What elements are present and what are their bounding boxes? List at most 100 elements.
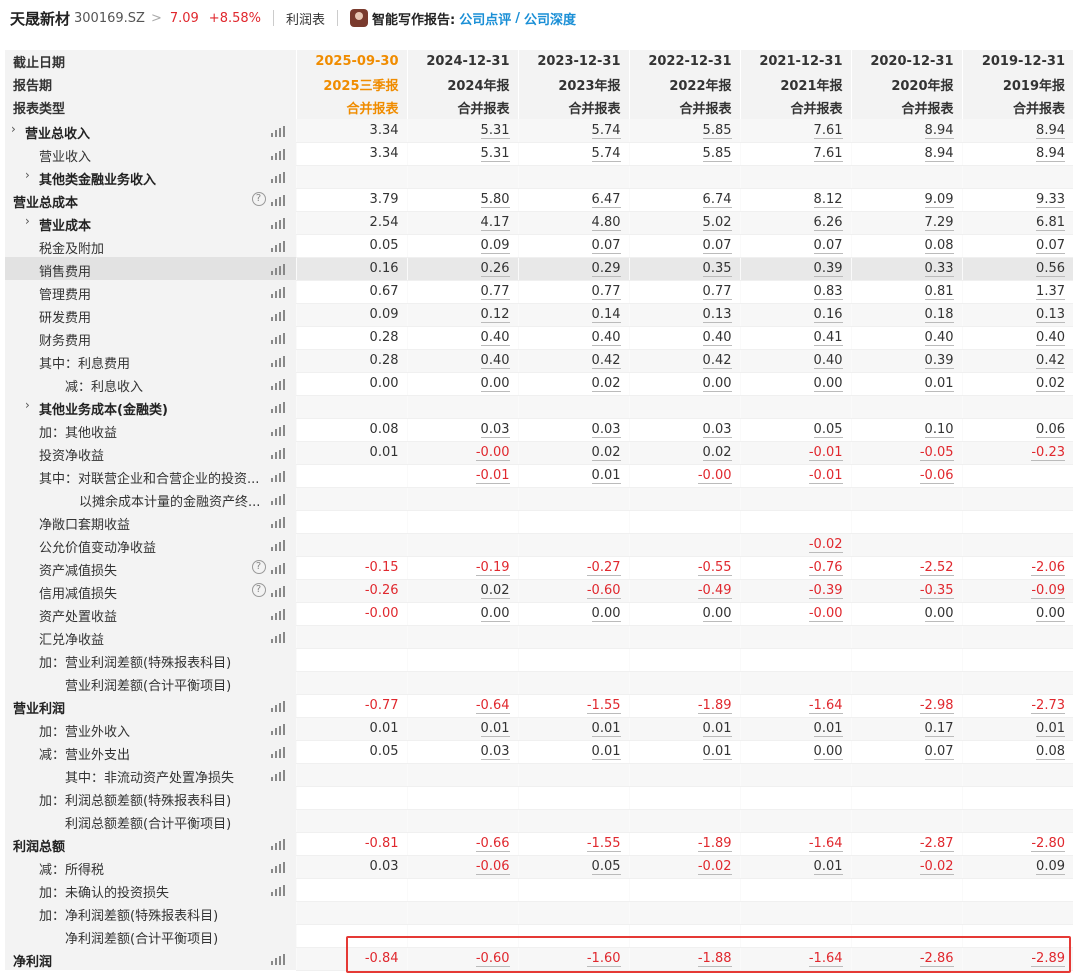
value-cell[interactable]: -0.06 — [850, 464, 962, 488]
value-cell[interactable]: 0.40 — [628, 326, 740, 350]
value-cell[interactable]: -0.23 — [961, 441, 1073, 465]
value-cell[interactable]: 0.01 — [628, 717, 740, 741]
value-cell[interactable]: -0.76 — [739, 556, 851, 580]
value-cell[interactable]: 0.56 — [961, 257, 1073, 281]
value-cell[interactable]: 0.03 — [628, 418, 740, 442]
value-cell[interactable]: 0.81 — [850, 280, 962, 304]
bar-chart-icon[interactable] — [270, 862, 285, 873]
value-cell[interactable]: -2.80 — [961, 832, 1073, 856]
value-cell[interactable]: 7.29 — [850, 211, 962, 235]
value-cell[interactable]: 0.02 — [628, 441, 740, 465]
value-cell[interactable]: 0.41 — [739, 326, 851, 350]
value-cell[interactable]: 0.02 — [517, 372, 629, 396]
value-cell[interactable]: 0.03 — [295, 855, 407, 879]
bar-chart-icon[interactable] — [270, 839, 285, 850]
value-cell[interactable]: -1.64 — [739, 947, 851, 971]
value-cell[interactable]: 5.80 — [406, 188, 518, 212]
value-cell[interactable]: 0.00 — [628, 372, 740, 396]
bar-chart-icon[interactable] — [270, 310, 285, 321]
bar-chart-icon[interactable] — [270, 356, 285, 367]
value-cell[interactable]: -2.89 — [961, 947, 1073, 971]
row-label-cell[interactable]: › 营业成本 — [5, 211, 296, 234]
value-cell[interactable]: -1.55 — [517, 832, 629, 856]
bar-chart-icon[interactable] — [270, 379, 285, 390]
bar-chart-icon[interactable] — [270, 540, 285, 551]
stock-name[interactable]: 天晟新材 — [10, 8, 70, 29]
bar-chart-icon[interactable] — [270, 241, 285, 252]
value-cell[interactable]: 0.07 — [628, 234, 740, 258]
value-cell[interactable]: 3.34 — [295, 119, 407, 143]
value-cell[interactable]: 0.08 — [295, 418, 407, 442]
value-cell[interactable]: -0.09 — [961, 579, 1073, 603]
value-cell[interactable]: -0.15 — [295, 556, 407, 580]
value-cell[interactable]: 0.09 — [406, 234, 518, 258]
value-cell[interactable]: -2.52 — [850, 556, 962, 580]
value-cell[interactable]: 0.39 — [739, 257, 851, 281]
value-cell[interactable]: 5.74 — [517, 142, 629, 166]
value-cell[interactable]: -0.66 — [406, 832, 518, 856]
value-cell[interactable]: 6.74 — [628, 188, 740, 212]
bar-chart-icon[interactable] — [270, 172, 285, 183]
value-cell[interactable]: -0.49 — [628, 579, 740, 603]
value-cell[interactable]: 6.81 — [961, 211, 1073, 235]
help-circle-icon[interactable]: ? — [251, 583, 266, 597]
value-cell[interactable]: 2.54 — [295, 211, 407, 235]
value-cell[interactable]: 0.01 — [295, 717, 407, 741]
value-cell[interactable]: 0.02 — [961, 372, 1073, 396]
value-cell[interactable]: -1.64 — [739, 694, 851, 718]
value-cell[interactable]: -0.02 — [628, 855, 740, 879]
value-cell[interactable]: 0.07 — [739, 234, 851, 258]
value-cell[interactable]: 0.77 — [517, 280, 629, 304]
value-cell[interactable]: 0.01 — [850, 372, 962, 396]
value-cell[interactable]: 0.40 — [517, 326, 629, 350]
value-cell[interactable]: 3.34 — [295, 142, 407, 166]
value-cell[interactable]: 0.10 — [850, 418, 962, 442]
value-cell[interactable]: 0.01 — [739, 855, 851, 879]
value-cell[interactable]: -2.98 — [850, 694, 962, 718]
value-cell[interactable]: 0.01 — [739, 717, 851, 741]
value-cell[interactable]: 0.00 — [628, 602, 740, 626]
value-cell[interactable]: 1.37 — [961, 280, 1073, 304]
value-cell[interactable]: 0.28 — [295, 326, 407, 350]
value-cell[interactable]: 0.16 — [295, 257, 407, 281]
bar-chart-icon[interactable] — [270, 609, 285, 620]
value-cell[interactable]: -0.02 — [739, 533, 851, 557]
value-cell[interactable]: 8.12 — [739, 188, 851, 212]
value-cell[interactable]: 0.39 — [850, 349, 962, 373]
help-circle-icon[interactable]: ? — [251, 560, 266, 574]
value-cell[interactable]: 6.26 — [739, 211, 851, 235]
chevron-right-icon[interactable]: › — [25, 214, 30, 228]
chevron-right-icon[interactable]: › — [25, 398, 30, 412]
value-cell[interactable]: 3.79 — [295, 188, 407, 212]
value-cell[interactable]: -1.60 — [517, 947, 629, 971]
value-cell[interactable]: 0.01 — [628, 740, 740, 764]
value-cell[interactable]: -0.05 — [850, 441, 962, 465]
bar-chart-icon[interactable] — [270, 770, 285, 781]
value-cell[interactable]: 0.17 — [850, 717, 962, 741]
company-review-link[interactable]: 公司点评 — [459, 9, 511, 28]
value-cell[interactable]: -2.73 — [961, 694, 1073, 718]
bar-chart-icon[interactable] — [270, 724, 285, 735]
value-cell[interactable]: 4.80 — [517, 211, 629, 235]
value-cell[interactable]: 0.83 — [739, 280, 851, 304]
value-cell[interactable]: -0.01 — [406, 464, 518, 488]
bar-chart-icon[interactable] — [270, 126, 285, 137]
value-cell[interactable]: 0.03 — [517, 418, 629, 442]
bar-chart-icon[interactable] — [270, 517, 285, 528]
value-cell[interactable]: 9.09 — [850, 188, 962, 212]
bar-chart-icon[interactable] — [270, 747, 285, 758]
value-cell[interactable]: 0.05 — [739, 418, 851, 442]
value-cell[interactable]: 0.40 — [739, 349, 851, 373]
value-cell[interactable]: 0.00 — [406, 372, 518, 396]
bar-chart-icon[interactable] — [270, 149, 285, 160]
value-cell[interactable]: 0.09 — [295, 303, 407, 327]
value-cell[interactable]: 0.00 — [406, 602, 518, 626]
value-cell[interactable]: -0.27 — [517, 556, 629, 580]
value-cell[interactable]: -0.39 — [739, 579, 851, 603]
value-cell[interactable]: 0.40 — [850, 326, 962, 350]
value-cell[interactable]: 0.42 — [961, 349, 1073, 373]
value-cell[interactable]: 0.09 — [961, 855, 1073, 879]
value-cell[interactable]: 0.67 — [295, 280, 407, 304]
bar-chart-icon[interactable] — [270, 954, 285, 965]
value-cell[interactable]: -0.26 — [295, 579, 407, 603]
